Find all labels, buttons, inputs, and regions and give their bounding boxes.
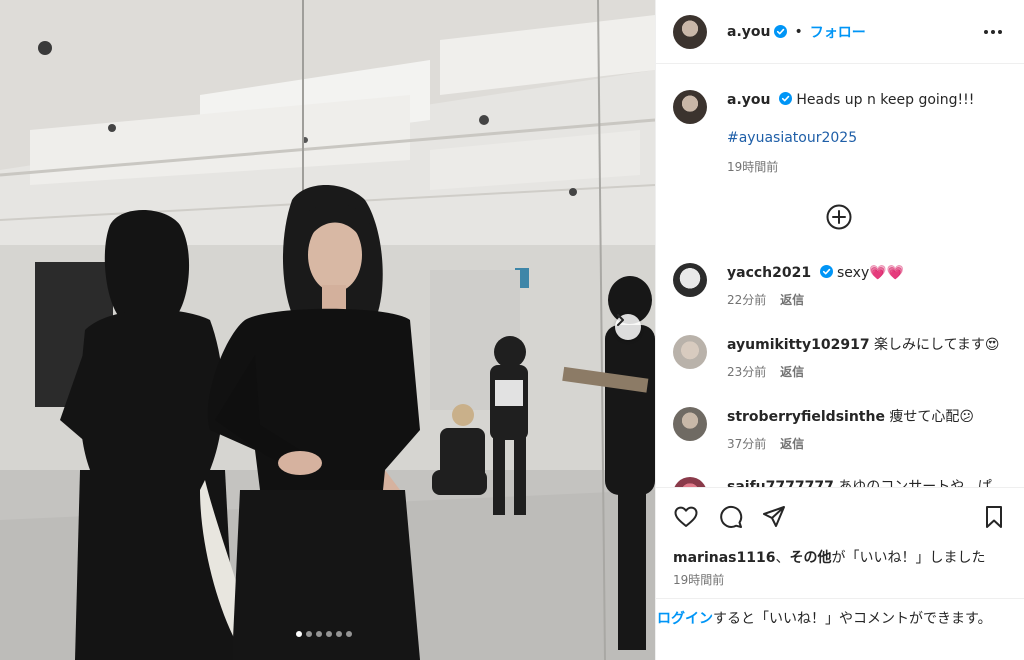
- carousel-dot: [316, 631, 322, 637]
- rehearsal-photo: [0, 0, 655, 660]
- carousel-next-button[interactable]: [615, 314, 641, 340]
- carousel-dot: [346, 631, 352, 637]
- verified-badge-icon: [774, 25, 788, 38]
- post-caption: a.you Heads up n keep going!!! #ayuasiat…: [673, 90, 974, 177]
- author-username[interactable]: a.you: [727, 24, 770, 40]
- heart-icon[interactable]: [673, 504, 699, 530]
- verified-badge-icon: [819, 265, 833, 278]
- carousel-indicator: [296, 631, 352, 637]
- likes-connector: 、: [775, 550, 790, 566]
- login-link[interactable]: ログイン: [657, 611, 713, 627]
- comments-list[interactable]: a.you Heads up n keep going!!! #ayuasiat…: [656, 65, 1024, 487]
- comment-username[interactable]: saifu7777777: [727, 479, 834, 487]
- post-side-panel: a.you • フォロー a.you Heads up n keep going…: [655, 0, 1024, 660]
- caption-text: Heads up n keep going!!!: [796, 92, 975, 108]
- comment-item: ayumikitty102917 楽しみにしてます😍 23分前 返信: [673, 335, 1000, 380]
- comment-text: 痩せて心配😕: [889, 409, 975, 425]
- comment-item: saifu7777777 あゆのコンサートや、ぱ: [673, 477, 992, 487]
- login-prompt-text: すると「いいね！」やコメントができます。: [713, 611, 992, 627]
- comment-item: stroberryfieldsinthe 痩せて心配😕 37分前 返信: [673, 407, 974, 452]
- comment-time: 22分前: [727, 293, 767, 307]
- follow-button[interactable]: フォロー: [810, 22, 866, 42]
- carousel-dot: [336, 631, 342, 637]
- post-actions: [656, 487, 1024, 553]
- carousel-dot: [296, 631, 302, 637]
- paper-plane-icon[interactable]: [761, 504, 787, 530]
- login-prompt: ログインすると「いいね！」やコメントができます。: [656, 598, 1024, 629]
- reply-button[interactable]: 返信: [780, 293, 804, 307]
- plus-circle-icon[interactable]: [825, 203, 853, 231]
- post-header: a.you • フォロー: [656, 0, 1024, 64]
- caption-time: 19時間前: [727, 160, 779, 174]
- caption-username[interactable]: a.you: [727, 92, 770, 108]
- carousel-dot: [306, 631, 312, 637]
- carousel-dot: [326, 631, 332, 637]
- verified-badge-icon: [778, 92, 792, 105]
- commenter-avatar[interactable]: [673, 335, 707, 369]
- reply-button[interactable]: 返信: [780, 365, 804, 379]
- author-avatar[interactable]: [673, 14, 707, 49]
- likes-summary: marinas1116、その他が「いいね！」しました: [673, 547, 985, 567]
- commenter-avatar[interactable]: [673, 263, 707, 297]
- post-timestamp: 19時間前: [673, 573, 725, 587]
- dot-separator: •: [794, 23, 803, 40]
- liker-username[interactable]: marinas1116: [673, 550, 775, 566]
- comment-username[interactable]: yacch2021: [727, 265, 811, 281]
- comment-username[interactable]: stroberryfieldsinthe: [727, 409, 885, 425]
- comment-time: 37分前: [727, 437, 767, 451]
- comment-text: 楽しみにしてます😍: [874, 337, 1000, 353]
- comment-text: あゆのコンサートや、ぱ: [838, 479, 992, 487]
- commenter-avatar[interactable]: [673, 477, 707, 487]
- comment-username[interactable]: ayumikitty102917: [727, 337, 870, 353]
- comment-text: sexy💗💗: [837, 265, 905, 281]
- comment-bubble-icon[interactable]: [718, 504, 744, 530]
- likes-others-link[interactable]: その他: [789, 550, 831, 566]
- bookmark-icon[interactable]: [981, 504, 1007, 530]
- more-options-icon[interactable]: [982, 22, 1004, 42]
- caption-author-avatar[interactable]: [673, 90, 707, 124]
- caption-hashtag[interactable]: #ayuasiatour2025: [727, 128, 974, 148]
- post-photo[interactable]: [0, 0, 655, 660]
- comment-time: 23分前: [727, 365, 767, 379]
- likes-suffix: が「いいね！」しました: [831, 550, 986, 566]
- chevron-right-icon: [617, 314, 624, 326]
- reply-button[interactable]: 返信: [780, 437, 804, 451]
- commenter-avatar[interactable]: [673, 407, 707, 441]
- comment-item: yacch2021 sexy💗💗 22分前 返信: [673, 263, 904, 308]
